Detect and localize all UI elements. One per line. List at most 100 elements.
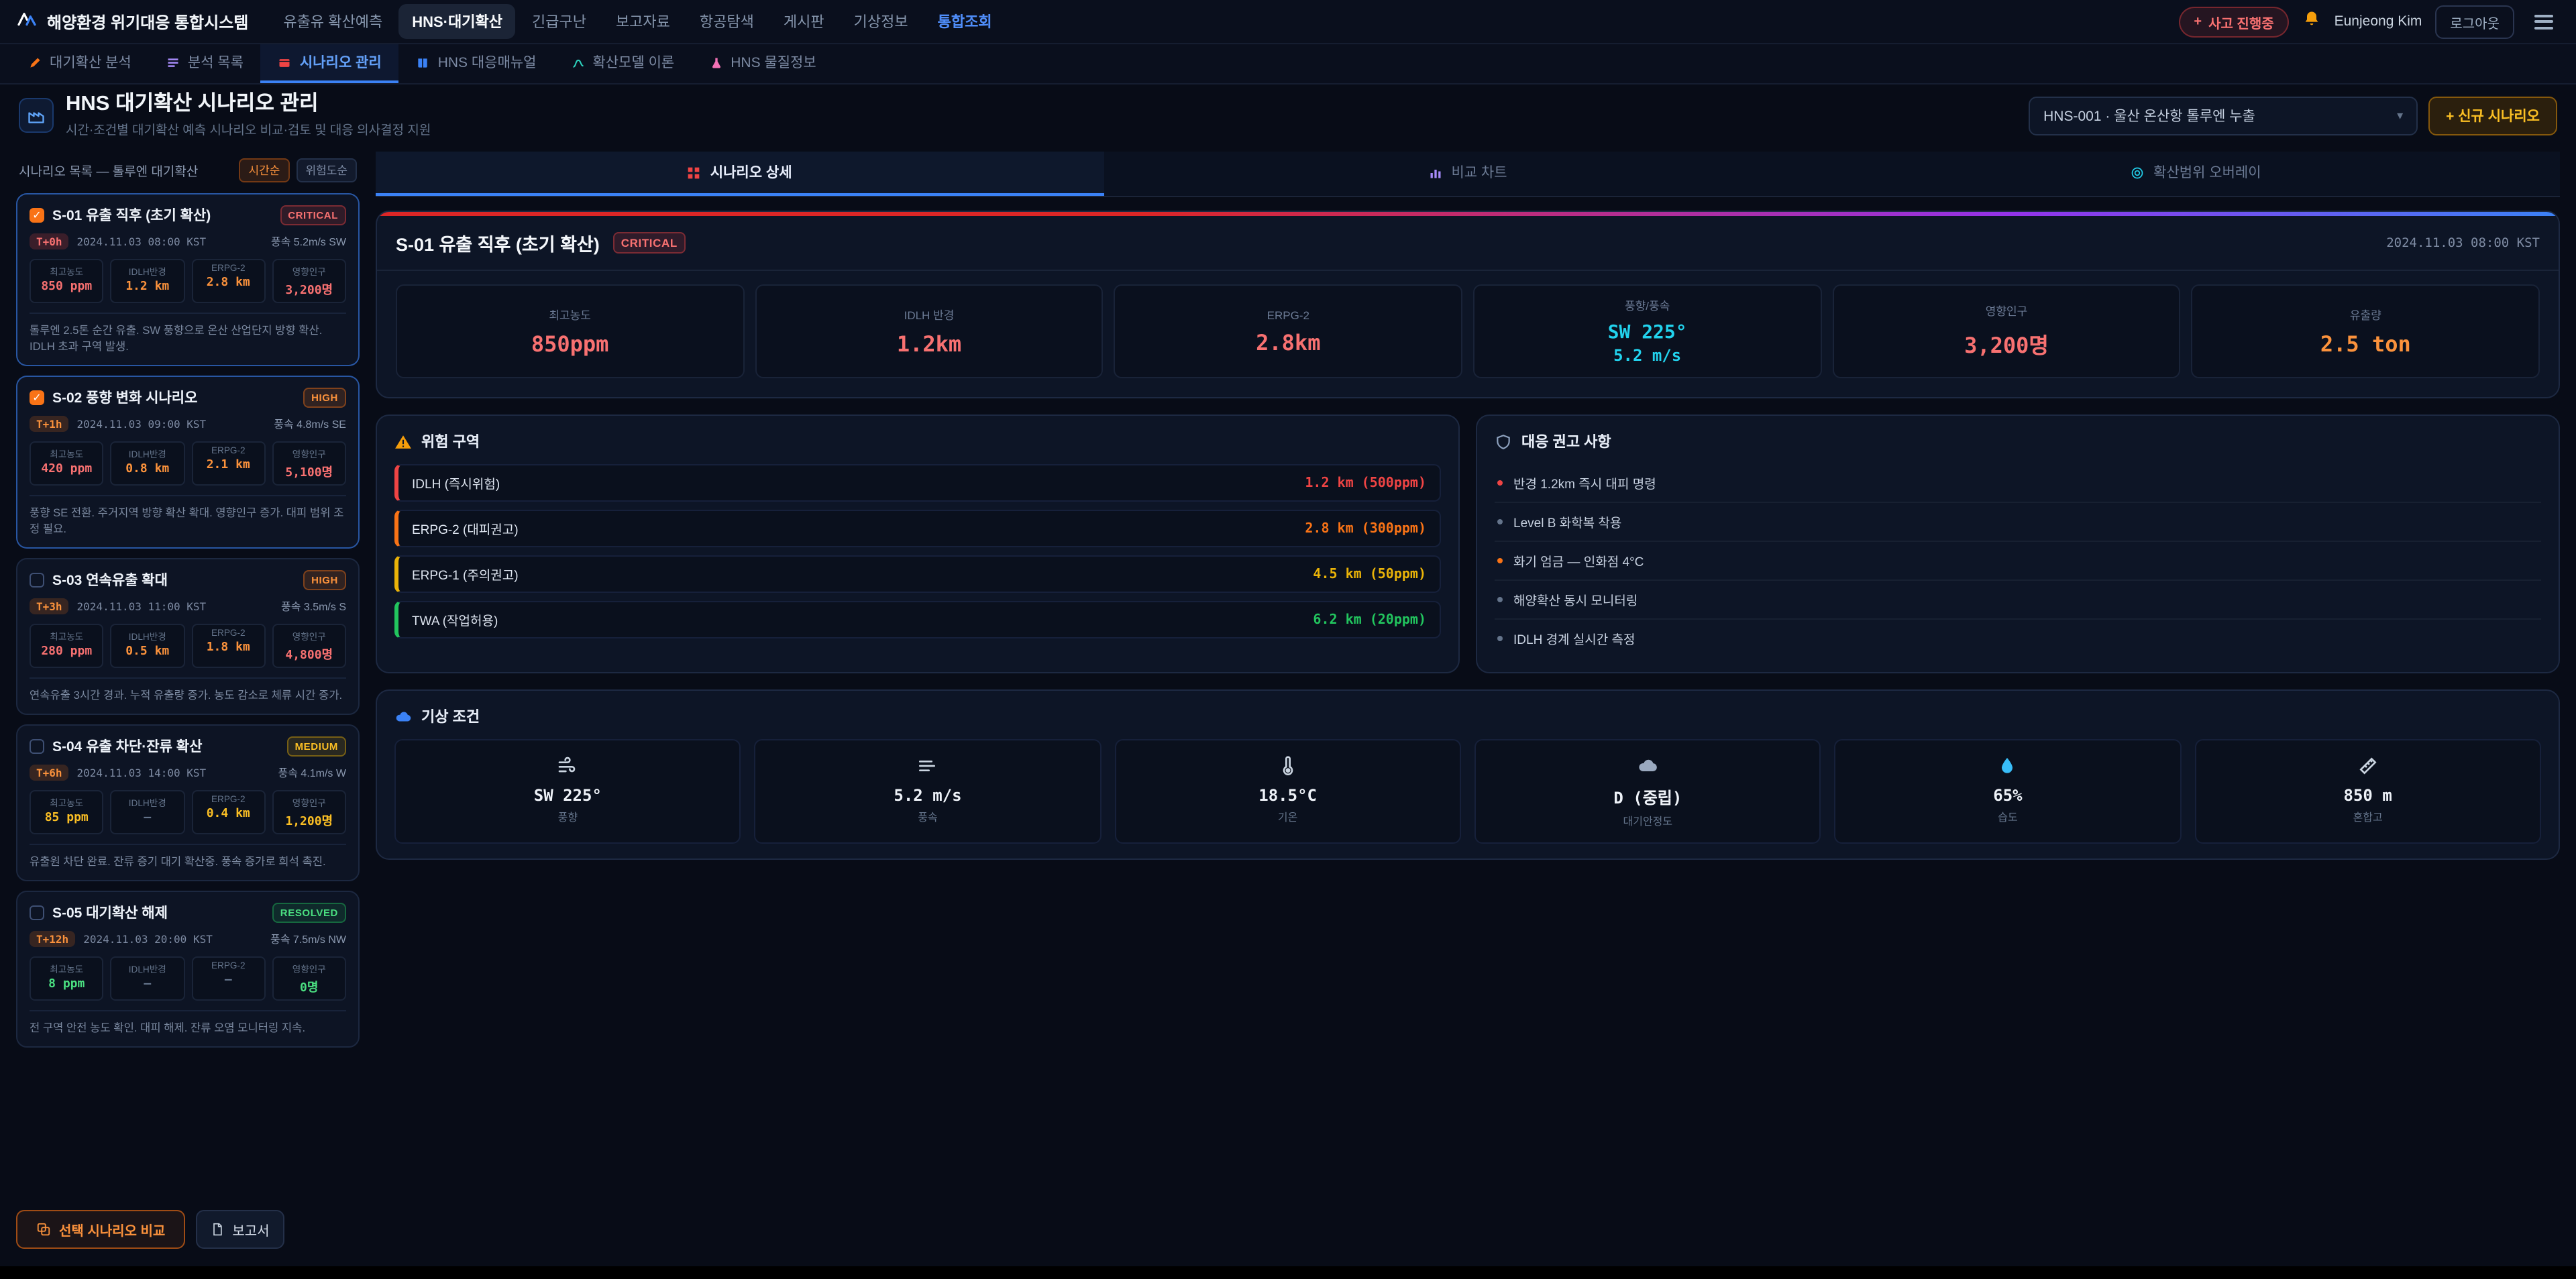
advisory-item: 반경 1.2km 즉시 대피 명령 bbox=[1495, 464, 2541, 503]
advisory-item: Level B 화학복 착용 bbox=[1495, 503, 2541, 542]
detail-grid-icon bbox=[688, 166, 701, 179]
report-button[interactable]: 보고서 bbox=[196, 1210, 284, 1249]
overlay-rings-icon bbox=[2131, 166, 2144, 179]
scenario-sidebar: 시나리오 목록 — 톨루엔 대기확산 시간순 위험도순 ✓ S-01 유출 직후… bbox=[16, 152, 360, 1265]
tab-substance-info[interactable]: HNS 물질정보 bbox=[692, 44, 833, 83]
time-offset-badge: T+6h bbox=[30, 765, 69, 781]
advisory-item: 해양확산 동시 모니터링 bbox=[1495, 581, 2541, 620]
incident-status-badge: + 사고 진행중 bbox=[2179, 6, 2288, 37]
detail-timestamp: 2024.11.03 08:00 KST bbox=[2386, 235, 2540, 250]
metric-cell: 최고농도420 ppm bbox=[30, 441, 104, 486]
tab-analysis[interactable]: 대기확산 분석 bbox=[11, 44, 149, 83]
nav-aerial-search[interactable]: 항공탐색 bbox=[686, 4, 767, 39]
incident-select[interactable]: HNS-001 · 울산 온산항 톨루엔 누출 ▾ bbox=[2029, 96, 2418, 135]
weather-cell-stability: D (중립) 대기안정도 bbox=[1474, 739, 1821, 844]
metric-cell: IDLH반경— bbox=[111, 790, 185, 834]
scenario-wind: 풍속 5.2m/s SW bbox=[271, 234, 346, 249]
severity-badge: CRITICAL bbox=[280, 205, 346, 225]
severity-badge: MEDIUM bbox=[287, 736, 346, 757]
curve-icon bbox=[571, 56, 584, 69]
page-subtitle: 시간·조건별 대기확산 예측 시나리오 비교·검토 및 대응 의사결정 지원 bbox=[66, 119, 431, 138]
scenario-checkbox[interactable] bbox=[30, 905, 44, 920]
nav-rescue[interactable]: 긴급구난 bbox=[519, 4, 600, 39]
metric-cell: 영향인구5,100명 bbox=[272, 441, 347, 486]
nav-reports[interactable]: 보고자료 bbox=[602, 4, 684, 39]
metric-cell: ERPG-22.8 km bbox=[191, 259, 266, 303]
metric-cell: IDLH반경— bbox=[111, 956, 185, 1001]
scenario-checkbox[interactable]: ✓ bbox=[30, 390, 44, 405]
list-icon bbox=[166, 56, 180, 69]
weather-cell-wind-speed: 5.2 m/s 풍속 bbox=[755, 739, 1102, 844]
scenario-description: 유출원 차단 완료. 잔류 증기 대기 확산중. 풍속 증가로 희석 촉진. bbox=[30, 844, 346, 869]
metric-cell: 최고농도280 ppm bbox=[30, 624, 104, 668]
bullet-icon bbox=[1497, 480, 1503, 486]
topbar-right: + 사고 진행중 Eunjeong Kim 로그아웃 bbox=[2179, 5, 2560, 38]
scenario-title: S-01 유출 직후 (초기 확산) bbox=[52, 205, 272, 225]
scenario-checkbox[interactable] bbox=[30, 739, 44, 754]
metric-cell: 영향인구3,200명 bbox=[272, 259, 347, 303]
tab-scenario-detail[interactable]: 시나리오 상세 bbox=[376, 152, 1104, 196]
document-icon bbox=[211, 1222, 224, 1237]
scenario-icon bbox=[278, 56, 292, 69]
logout-button[interactable]: 로그아웃 bbox=[2435, 5, 2514, 38]
tab-hns-manual[interactable]: HNS 대응매뉴얼 bbox=[399, 44, 554, 83]
factory-icon bbox=[19, 98, 54, 133]
zone-row-twa: TWA (작업허용) 6.2 km (20ppm) bbox=[394, 601, 1441, 638]
system-title: 해양환경 위기대응 통합시스템 bbox=[47, 10, 248, 33]
nav-hns-dispersion[interactable]: HNS·대기확산 bbox=[398, 4, 516, 39]
detail-metric-wind: 풍향/풍속 SW 225° 5.2 m/s bbox=[1473, 284, 1821, 378]
metric-cell: 영향인구1,200명 bbox=[272, 790, 347, 834]
bullet-icon bbox=[1497, 636, 1503, 641]
new-scenario-button[interactable]: + 신규 시나리오 bbox=[2428, 96, 2557, 135]
scenario-card-s01[interactable]: ✓ S-01 유출 직후 (초기 확산) CRITICAL T+0h 2024.… bbox=[16, 193, 360, 366]
tab-analysis-list[interactable]: 분석 목록 bbox=[149, 44, 261, 83]
bullet-icon bbox=[1497, 519, 1503, 524]
nav-oil-spill[interactable]: 유출유 확산예측 bbox=[270, 4, 396, 39]
nav-board[interactable]: 게시판 bbox=[770, 4, 838, 39]
scenario-description: 풍향 SE 전환. 주거지역 방향 확산 확대. 영향인구 증가. 대피 범위 … bbox=[30, 495, 346, 537]
app-logo: 해양환경 위기대응 통합시스템 bbox=[16, 9, 248, 34]
metric-cell: ERPG-2— bbox=[191, 956, 266, 1001]
detail-metric-idlh-radius: IDLH 반경 1.2km bbox=[755, 284, 1103, 378]
flask-icon bbox=[709, 56, 722, 69]
chevron-down-icon: ▾ bbox=[2397, 108, 2403, 123]
scenario-card-s05[interactable]: S-05 대기확산 해제 RESOLVED T+12h 2024.11.03 2… bbox=[16, 891, 360, 1048]
severity-badge: RESOLVED bbox=[272, 903, 346, 923]
main-panel: 시나리오 상세 비교 차트 확산범위 오버레이 S-01 유출 직후 (초기 확… bbox=[376, 152, 2560, 1265]
time-offset-badge: T+3h bbox=[30, 598, 69, 614]
page-header: HNS 대기확산 시나리오 관리 시간·조건별 대기확산 예측 시나리오 비교·… bbox=[0, 85, 2576, 146]
scenario-checkbox[interactable]: ✓ bbox=[30, 208, 44, 223]
weather-panel: 기상 조건 SW 225° 풍향 5.2 m/s 풍속 bbox=[376, 689, 2560, 860]
detail-metric-spill-amount: 유출량 2.5 ton bbox=[2192, 284, 2540, 378]
scenario-description: 톨루엔 2.5톤 순간 유출. SW 풍향으로 온산 산업단지 방향 확산. I… bbox=[30, 313, 346, 354]
scenario-checkbox[interactable] bbox=[30, 573, 44, 588]
sort-by-risk-badge[interactable]: 위험도순 bbox=[296, 158, 357, 182]
metric-cell: IDLH반경0.8 km bbox=[111, 441, 185, 486]
sort-by-time-badge[interactable]: 시간순 bbox=[239, 158, 290, 182]
tab-range-overlay[interactable]: 확산범위 오버레이 bbox=[1832, 152, 2560, 196]
weather-cell-mixing-height: 850 m 혼합고 bbox=[2194, 739, 2541, 844]
tab-model-theory[interactable]: 확산모델 이론 bbox=[553, 44, 692, 83]
scenario-card-s04[interactable]: S-04 유출 차단·잔류 확산 MEDIUM T+6h 2024.11.03 … bbox=[16, 724, 360, 881]
scenario-card-s02[interactable]: ✓ S-02 풍향 변화 시나리오 HIGH T+1h 2024.11.03 0… bbox=[16, 376, 360, 549]
bottom-strip bbox=[0, 1266, 2576, 1279]
metric-cell: ERPG-22.1 km bbox=[191, 441, 266, 486]
humidity-icon bbox=[1844, 754, 2172, 778]
bell-icon[interactable] bbox=[2302, 9, 2321, 34]
nav-integrated-search[interactable]: 통합조회 bbox=[924, 4, 1006, 39]
tab-scenario-management[interactable]: 시나리오 관리 bbox=[261, 44, 399, 83]
danger-zones-title: 위험 구역 bbox=[421, 431, 480, 452]
scenario-timestamp: 2024.11.03 08:00 KST bbox=[77, 235, 207, 247]
tab-compare-chart[interactable]: 비교 차트 bbox=[1104, 152, 1831, 196]
metric-cell: 최고농도85 ppm bbox=[30, 790, 104, 834]
nav-weather[interactable]: 기상정보 bbox=[841, 4, 922, 39]
severity-badge: HIGH bbox=[303, 570, 346, 590]
scenario-wind: 풍속 3.5m/s S bbox=[281, 599, 346, 614]
scenario-timestamp: 2024.11.03 20:00 KST bbox=[83, 933, 213, 945]
compare-scenarios-button[interactable]: 선택 시나리오 비교 bbox=[16, 1210, 185, 1249]
response-advisory-panel: 대응 권고 사항 반경 1.2km 즉시 대피 명령 Level B 화학복 착… bbox=[1476, 414, 2560, 673]
menu-icon[interactable] bbox=[2528, 5, 2560, 38]
top-bar: 해양환경 위기대응 통합시스템 유출유 확산예측 HNS·대기확산 긴급구난 보… bbox=[0, 0, 2576, 44]
metric-cell: 영향인구4,800명 bbox=[272, 624, 347, 668]
scenario-card-s03[interactable]: S-03 연속유출 확대 HIGH T+3h 2024.11.03 11:00 … bbox=[16, 558, 360, 715]
